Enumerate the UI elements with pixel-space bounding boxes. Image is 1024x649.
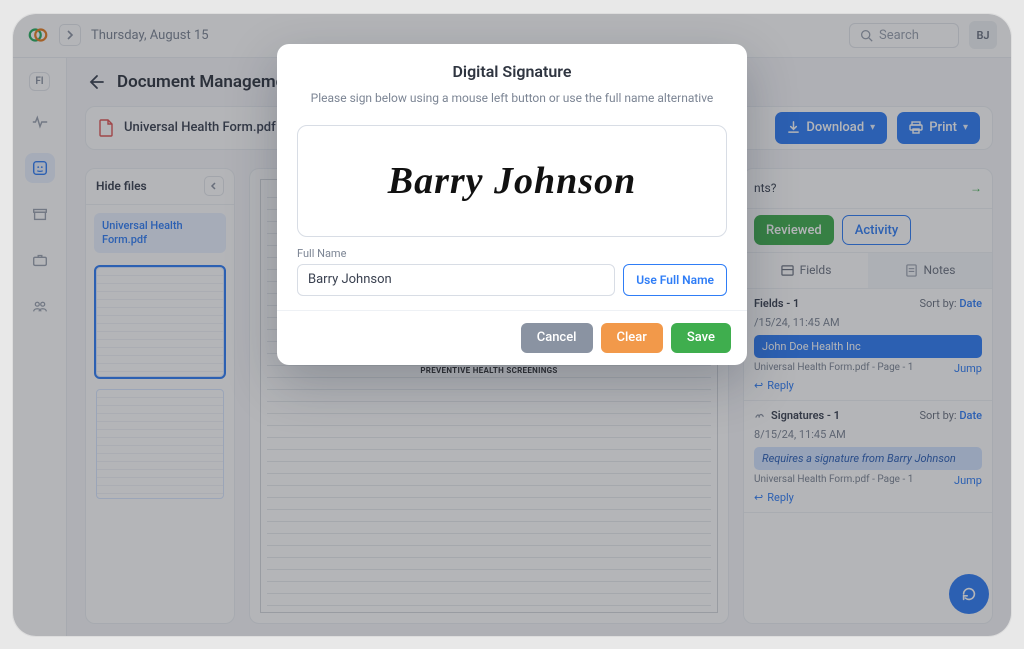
signature-canvas[interactable]: Barry Johnson bbox=[297, 125, 727, 237]
signature-preview: Barry Johnson bbox=[388, 159, 636, 203]
modal-instructions: Please sign below using a mouse left but… bbox=[297, 91, 727, 105]
modal-title: Digital Signature bbox=[297, 62, 727, 81]
fullname-input[interactable] bbox=[297, 264, 615, 296]
cancel-button[interactable]: Cancel bbox=[521, 323, 593, 353]
app-frame: Thursday, August 15 Search BJ FI Documen… bbox=[12, 13, 1012, 637]
fullname-label: Full Name bbox=[297, 247, 727, 260]
use-fullname-button[interactable]: Use Full Name bbox=[623, 264, 727, 296]
save-button[interactable]: Save bbox=[671, 323, 731, 353]
signature-modal: Digital Signature Please sign below usin… bbox=[277, 44, 747, 365]
clear-button[interactable]: Clear bbox=[601, 323, 663, 353]
